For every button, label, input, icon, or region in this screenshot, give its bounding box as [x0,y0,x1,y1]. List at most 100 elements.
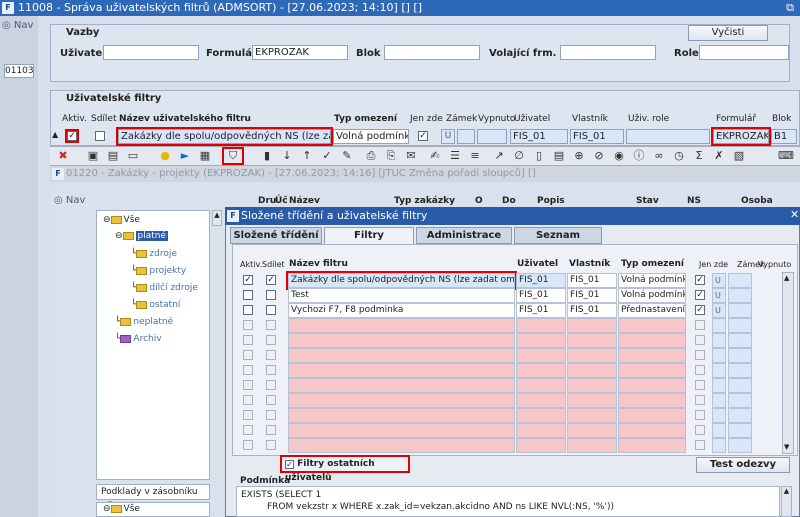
uzivatel-cell[interactable] [516,408,566,423]
open-external-icon[interactable]: ↗ [492,149,506,163]
blok-field[interactable]: B1 [771,129,797,144]
zamek-cell[interactable] [728,393,752,408]
check-icon[interactable]: ✓ [320,149,334,163]
print-preview-icon[interactable]: ⎘ [384,149,398,163]
role-input[interactable] [699,45,789,60]
filter-name-cell[interactable]: Vychozi F7, F8 podminka [288,303,515,318]
close-icon[interactable]: ✕ [790,208,799,221]
flag-cell[interactable] [712,393,726,408]
filter-name-cell[interactable] [288,318,515,333]
sdilet-checkbox[interactable] [266,410,276,420]
vlastnik-cell[interactable]: FIS_01 [567,288,617,303]
tab-seznam-hodnot[interactable]: Seznam hodnot [514,227,602,257]
mail-icon[interactable]: ✉ [404,149,418,163]
chart-icon[interactable]: ▮ [260,149,274,163]
empty-row[interactable] [240,393,800,408]
empty-row[interactable] [240,348,800,363]
compass-icon[interactable]: ⊘ [592,149,606,163]
typ-cell[interactable]: Volná podmínka [618,273,686,288]
sdilet-checkbox[interactable] [266,305,276,315]
filter-name-cell[interactable] [288,348,515,363]
info-icon[interactable]: ⓘ [632,149,646,163]
flag-cell[interactable]: U [712,303,726,318]
aktiv-checkbox[interactable] [243,425,253,435]
tree-item-root[interactable]: ⊖ Vše [103,215,140,225]
vlastnik-cell[interactable] [567,393,617,408]
grid-scrollbar[interactable] [782,272,794,454]
jen-zde-checkbox[interactable] [695,320,705,330]
note-icon[interactable]: ✍ [428,149,442,163]
tab-administrace[interactable]: Administrace filtrů [416,227,512,257]
vlastnik-cell[interactable] [567,423,617,438]
flag-cell[interactable] [712,333,726,348]
filter-type-field[interactable]: Volná podmínka [333,129,409,144]
jen-zde-checkbox[interactable] [695,440,705,450]
sdilet-checkbox[interactable] [95,131,105,141]
tree-item-neplatne[interactable]: └ neplatné [115,317,173,327]
flag-cell[interactable]: U [712,273,726,288]
empty-row[interactable] [240,318,800,333]
flag-cell[interactable] [712,363,726,378]
globe-icon[interactable]: ⊕ [572,149,586,163]
sdilet-checkbox[interactable] [266,350,276,360]
flag-cell[interactable] [712,423,726,438]
pdf-icon[interactable]: ▧ [732,149,746,163]
others-filters-checkbox[interactable]: ✓ [285,460,294,469]
vlastnik-field[interactable]: FIS_01 [570,129,624,144]
sdilet-checkbox[interactable] [266,395,276,405]
filter-name-cell[interactable] [288,438,515,453]
numbered-list-icon[interactable]: ≡ [468,149,482,163]
jen-zde-checkbox[interactable]: ✓ [695,275,705,285]
jen-zde-checkbox[interactable] [695,350,705,360]
binoculars-icon[interactable]: ∞ [652,149,666,163]
run-icon[interactable]: ► [178,149,192,163]
tab-slozene-trideni[interactable]: Složené třídění [230,227,322,244]
inner-nav-button[interactable]: ◎ Nav [52,195,85,206]
flag-cell[interactable] [712,438,726,453]
flag-cell[interactable] [712,318,726,333]
filter-name-cell[interactable] [288,408,515,423]
jen-zde-checkbox[interactable] [695,410,705,420]
vlastnik-cell[interactable] [567,378,617,393]
typ-cell[interactable] [618,393,686,408]
vlastnik-cell[interactable]: FIS_01 [567,273,617,288]
vlastnik-cell[interactable] [567,348,617,363]
filter-name-cell[interactable] [288,393,515,408]
uzivatel-cell[interactable]: FIS_01 [516,288,566,303]
print-icon[interactable]: ⎙ [364,149,378,163]
others-filters-toggle[interactable]: ✓ Filtry ostatních uživatelů [280,455,410,483]
zamek-cell[interactable] [728,348,752,363]
table-row[interactable]: Test FIS_01 FIS_01 Volná podmínka ✓ U [240,288,800,303]
uzivatel-cell[interactable] [516,363,566,378]
zamek-cell[interactable] [728,438,752,453]
typ-cell[interactable]: Volná podmínka [618,288,686,303]
aktiv-checkbox[interactable]: ✓ [65,129,79,143]
zamek-cell[interactable] [728,423,752,438]
cancel-icon[interactable]: ✖ [56,149,70,163]
empty-row[interactable] [240,438,800,453]
help-icon[interactable]: ● [158,149,172,163]
add-record-icon[interactable]: ▣ [86,149,100,163]
empty-row[interactable] [240,363,800,378]
formular-field[interactable]: EKPROZAK [711,127,771,146]
sdilet-checkbox[interactable] [266,440,276,450]
empty-row[interactable] [240,378,800,393]
document-icon[interactable]: ▯ [532,149,546,163]
uzivatel-cell[interactable]: FIS_01 [516,303,566,318]
zamek-cell[interactable] [728,303,752,318]
aktiv-checkbox[interactable] [243,350,253,360]
typ-cell[interactable] [618,423,686,438]
sdilet-checkbox[interactable] [266,425,276,435]
aktiv-checkbox[interactable] [243,440,253,450]
typ-cell[interactable] [618,348,686,363]
blok-input[interactable] [384,45,480,60]
jen-zde-checkbox[interactable]: ✓ [695,305,705,315]
tree-scroll-up[interactable]: ▲ [212,210,222,226]
tree-item-zdroje[interactable]: └ zdroje [131,249,177,259]
sort-desc-icon[interactable]: ↑ [300,149,314,163]
uzivatel-cell[interactable] [516,378,566,393]
sdilet-checkbox[interactable]: ✓ [266,275,276,285]
aktiv-checkbox[interactable] [243,335,253,345]
zamek-cell[interactable] [728,408,752,423]
uzivatel-cell[interactable] [516,348,566,363]
